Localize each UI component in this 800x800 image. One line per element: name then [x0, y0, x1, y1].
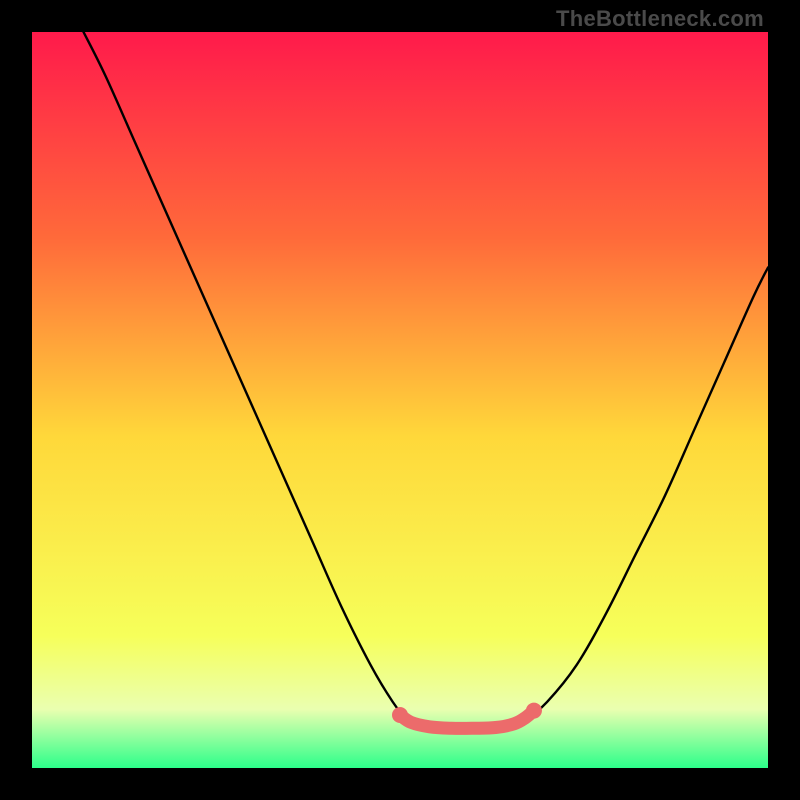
plot-area: [32, 32, 768, 768]
marker-dot: [526, 703, 542, 719]
chart-frame: TheBottleneck.com: [0, 0, 800, 800]
chart-svg: [32, 32, 768, 768]
marker-dot: [392, 707, 408, 723]
watermark-text: TheBottleneck.com: [556, 6, 764, 32]
gradient-background: [32, 32, 768, 768]
